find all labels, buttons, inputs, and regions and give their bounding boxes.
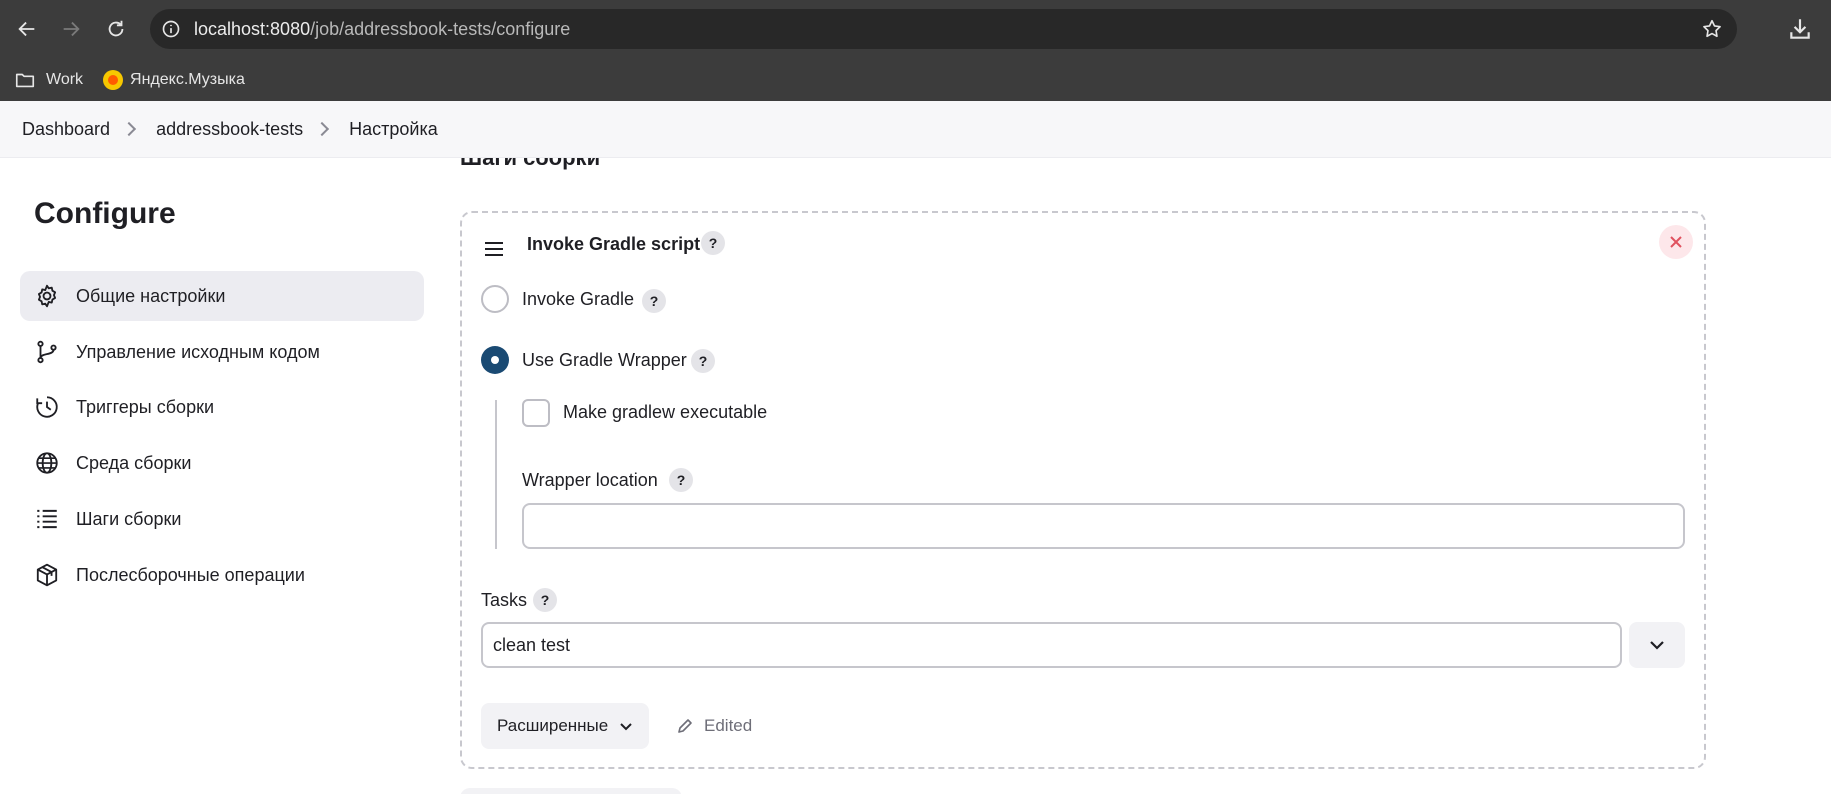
list-icon [37,509,57,529]
forward-button[interactable] [54,12,88,46]
make-gradlew-executable-checkbox[interactable] [522,399,550,427]
help-icon[interactable]: ? [669,468,693,492]
bookmark-label: Work [46,70,84,88]
drag-handle-icon[interactable] [484,241,504,257]
bookmark-work[interactable]: Work [14,69,83,91]
help-icon[interactable]: ? [691,349,715,373]
bookmark-label: Яндекс.Музыка [130,70,245,88]
chevron-right-icon [315,121,330,137]
sidebar-item-build-steps[interactable]: Шаги сборки [20,494,424,544]
edited-label: Edited [704,716,753,735]
arrow-right-icon [63,21,80,37]
breadcrumb-dashboard[interactable]: Dashboard [22,119,110,140]
pencil-icon [678,719,692,733]
remove-step-button[interactable] [1659,225,1693,259]
clock-icon [36,396,58,418]
step-title: Invoke Gradle script [527,234,701,254]
bookmark-star-icon[interactable] [1701,18,1723,40]
globe-icon [36,452,58,474]
radio-invoke-gradle[interactable] [481,285,509,313]
url-path: /job/addressbook-tests/configure [310,18,571,39]
breadcrumb-overlay: Dashboard addressbook-tests Настройка [0,101,1831,158]
nested-options-divider [495,400,497,549]
breadcrumb-configure[interactable]: Настройка [349,119,438,140]
branch-icon [37,340,57,364]
advanced-button-label: Расширенные [497,716,609,735]
radio-invoke-gradle-label[interactable]: Invoke Gradle [522,289,634,310]
site-info-icon[interactable] [160,18,182,40]
add-build-step-button[interactable] [460,788,682,794]
url-text[interactable]: localhost:8080/job/addressbook-tests/con… [194,19,570,40]
advanced-button[interactable]: Расширенные [481,703,649,749]
gear-icon [37,284,57,308]
sidebar-item-label: Послесборочные операции [76,564,305,585]
breadcrumb-job[interactable]: addressbook-tests [156,119,303,140]
arrow-left-icon [18,21,35,37]
chevron-down-icon [620,723,632,731]
address-bar[interactable]: localhost:8080/job/addressbook-tests/con… [150,9,1737,49]
help-icon[interactable]: ? [533,588,557,612]
sidebar-item-triggers[interactable]: Триггеры сборки [20,382,424,432]
radio-use-gradle-wrapper[interactable] [481,346,509,374]
help-icon[interactable]: ? [642,289,666,313]
sidebar-item-label: Общие настройки [76,285,226,306]
tasks-expand-button[interactable] [1629,622,1685,668]
bookmark-yandex-music[interactable]: Яндекс.Музыка [103,69,245,90]
chevron-right-icon [121,121,137,137]
tasks-label: Tasks [481,590,528,610]
sidebar-item-label: Управление исходным кодом [76,341,320,362]
edited-indicator: Edited [676,716,752,736]
url-host: localhost:8080 [194,18,311,39]
sidebar-item-post-build[interactable]: Послесборочные операции [20,550,424,600]
sidebar-item-label: Триггеры сборки [76,396,215,417]
bookmarks-bar: Work Яндекс.Музыка [0,58,1831,101]
tasks-input[interactable] [481,622,1622,668]
reload-button[interactable] [99,12,133,46]
sidebar-item-environment[interactable]: Среда сборки [20,438,424,488]
sidebar-item-label: Среда сборки [76,452,192,473]
help-icon[interactable]: ? [701,231,725,255]
download-icon[interactable] [1787,16,1813,42]
reload-icon [108,20,124,37]
browser-toolbar: localhost:8080/job/addressbook-tests/con… [0,0,1831,58]
page-title: Configure [34,197,176,230]
radio-use-gradle-wrapper-label[interactable]: Use Gradle Wrapper [522,350,687,371]
wrapper-location-label: Wrapper location [522,470,658,490]
make-gradlew-executable-label[interactable]: Make gradlew executable [563,402,767,423]
chevron-down-icon [1650,641,1664,650]
close-icon [1670,236,1682,248]
sidebar-item-label: Шаги сборки [76,508,182,529]
sidebar-item-general[interactable]: Общие настройки [20,271,424,321]
yandex-music-icon [103,69,124,90]
build-step-card: Invoke Gradle script ? Invoke Gradle ? U… [460,211,1706,769]
sidebar-item-scm[interactable]: Управление исходным кодом [20,327,424,377]
wrapper-location-input[interactable] [522,503,1685,549]
back-button[interactable] [10,12,44,46]
folder-icon [15,73,35,87]
package-icon [36,563,58,587]
